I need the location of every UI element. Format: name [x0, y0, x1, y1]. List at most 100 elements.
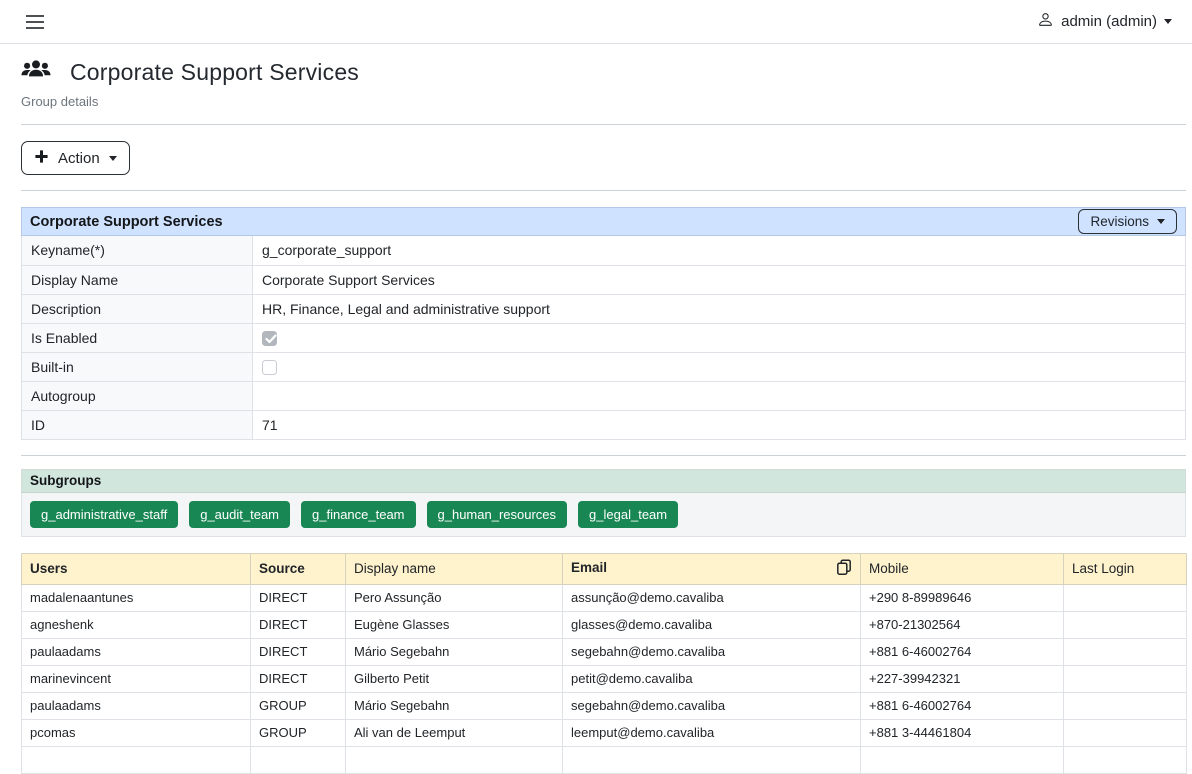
action-button-label: Action: [58, 150, 100, 167]
table-row: madalenaantunesDIRECTPero Assunçãoassunç…: [22, 584, 1187, 611]
table-cell: paulaadams: [22, 692, 251, 719]
details-row-label: Display Name: [22, 265, 253, 294]
table-cell: paulaadams: [22, 638, 251, 665]
column-label: Last Login: [1072, 561, 1134, 576]
revisions-button[interactable]: Revisions: [1078, 209, 1177, 234]
details-row: DescriptionHR, Finance, Legal and admini…: [22, 294, 1186, 323]
table-cell: +881 6-46002764: [861, 638, 1064, 665]
column-label: Display name: [354, 561, 436, 576]
column-label: Mobile: [869, 561, 909, 576]
hamburger-menu-icon[interactable]: [24, 11, 46, 33]
details-table: Keyname(*)g_corporate_supportDisplay Nam…: [21, 236, 1186, 440]
subgroups-list: g_administrative_staff g_audit_team g_fina…: [21, 493, 1186, 537]
column-label: Email: [571, 560, 607, 575]
table-cell: Mário Segebahn: [346, 638, 563, 665]
chevron-down-icon: [1157, 219, 1165, 224]
chevron-down-icon: [1164, 19, 1172, 24]
table-cell: agneshenk: [22, 611, 251, 638]
details-row-label: Keyname(*): [22, 236, 253, 265]
page-subtitle: Group details: [21, 94, 1186, 109]
details-row-value: [253, 352, 1186, 381]
table-cell: [1064, 746, 1187, 773]
divider: [21, 190, 1186, 191]
details-row: Keyname(*)g_corporate_support: [22, 236, 1186, 265]
plus-icon: [34, 149, 49, 168]
subgroups-panel-header: Subgroups: [21, 469, 1186, 493]
details-row-label: Description: [22, 294, 253, 323]
table-cell: DIRECT: [251, 584, 346, 611]
chevron-down-icon: [109, 156, 117, 161]
subgroup-badge-button[interactable]: g_finance_team: [301, 501, 416, 528]
topbar: admin (admin): [0, 0, 1192, 44]
users-table-header-cell: Users: [22, 553, 251, 584]
details-row-value: [253, 323, 1186, 352]
table-cell: Gilberto Petit: [346, 665, 563, 692]
subgroup-badge-button[interactable]: g_legal_team: [578, 501, 678, 528]
users-table-header-cell: Display name: [346, 553, 563, 584]
table-cell: [1064, 692, 1187, 719]
table-cell: marinevincent: [22, 665, 251, 692]
users-table-header-row: Users Source Display name Email Mobile Last …: [22, 553, 1187, 584]
table-row-partial: [22, 746, 1187, 773]
table-cell: assunção@demo.cavaliba: [563, 584, 861, 611]
details-row: Built-in: [22, 352, 1186, 381]
details-row-value: HR, Finance, Legal and administrative su…: [253, 294, 1186, 323]
table-cell: +870-21302564: [861, 611, 1064, 638]
table-cell: GROUP: [251, 719, 346, 746]
column-label: Users: [30, 561, 68, 576]
divider: [21, 455, 1186, 456]
action-button[interactable]: Action: [21, 141, 130, 175]
details-row: Is Enabled: [22, 323, 1186, 352]
table-cell: [1064, 611, 1187, 638]
table-cell: [1064, 719, 1187, 746]
users-table: Users Source Display name Email Mobile Last …: [21, 553, 1187, 774]
subgroups-panel: Subgroups g_administrative_staff g_audit_…: [21, 469, 1186, 537]
divider: [21, 124, 1186, 125]
subgroup-badge-button[interactable]: g_human_resources: [427, 501, 568, 528]
details-row-label: ID: [22, 410, 253, 439]
table-row: pcomasGROUPAli van de Leemputleemput@dem…: [22, 719, 1187, 746]
details-row: ID71: [22, 410, 1186, 439]
table-cell: [563, 746, 861, 773]
users-table-header-cell: Email: [563, 553, 861, 584]
table-cell: [1064, 638, 1187, 665]
table-cell: DIRECT: [251, 638, 346, 665]
table-cell: GROUP: [251, 692, 346, 719]
copy-icon[interactable]: [836, 559, 852, 578]
table-cell: glasses@demo.cavaliba: [563, 611, 861, 638]
table-cell: segebahn@demo.cavaliba: [563, 692, 861, 719]
table-cell: +881 6-46002764: [861, 692, 1064, 719]
table-cell: madalenaantunes: [22, 584, 251, 611]
details-row-value: Corporate Support Services: [253, 265, 1186, 294]
table-cell: +881 3-44461804: [861, 719, 1064, 746]
table-cell: [1064, 665, 1187, 692]
table-cell: [861, 746, 1064, 773]
details-row-label: Is Enabled: [22, 323, 253, 352]
details-row: Display NameCorporate Support Services: [22, 265, 1186, 294]
table-cell: Pero Assunção: [346, 584, 563, 611]
checkbox-unchecked: [262, 360, 277, 375]
table-cell: DIRECT: [251, 611, 346, 638]
table-cell: DIRECT: [251, 665, 346, 692]
table-cell: segebahn@demo.cavaliba: [563, 638, 861, 665]
details-row-label: Built-in: [22, 352, 253, 381]
table-cell: leemput@demo.cavaliba: [563, 719, 861, 746]
subgroup-badge-button[interactable]: g_administrative_staff: [30, 501, 178, 528]
table-cell: Mário Segebahn: [346, 692, 563, 719]
person-icon: [1037, 11, 1054, 32]
subgroup-badge-button[interactable]: g_audit_team: [189, 501, 290, 528]
details-panel-title: Corporate Support Services: [30, 214, 223, 230]
table-cell: [22, 746, 251, 773]
revisions-button-label: Revisions: [1090, 214, 1149, 229]
checkbox-checked: [262, 331, 277, 346]
table-row: marinevincentDIRECTGilberto Petitpetit@d…: [22, 665, 1187, 692]
users-group-icon: [21, 57, 51, 87]
users-table-header-cell: Mobile: [861, 553, 1064, 584]
users-table-header-cell: Last Login: [1064, 553, 1187, 584]
users-table-header-cell: Source: [251, 553, 346, 584]
details-row: Autogroup: [22, 381, 1186, 410]
group-details-panel: Corporate Support Services Revisions Key…: [21, 207, 1186, 440]
page-head: Corporate Support Services: [21, 57, 1186, 87]
user-menu[interactable]: admin (admin): [1031, 10, 1178, 33]
main-content: Corporate Support Services Group details…: [0, 57, 1192, 774]
